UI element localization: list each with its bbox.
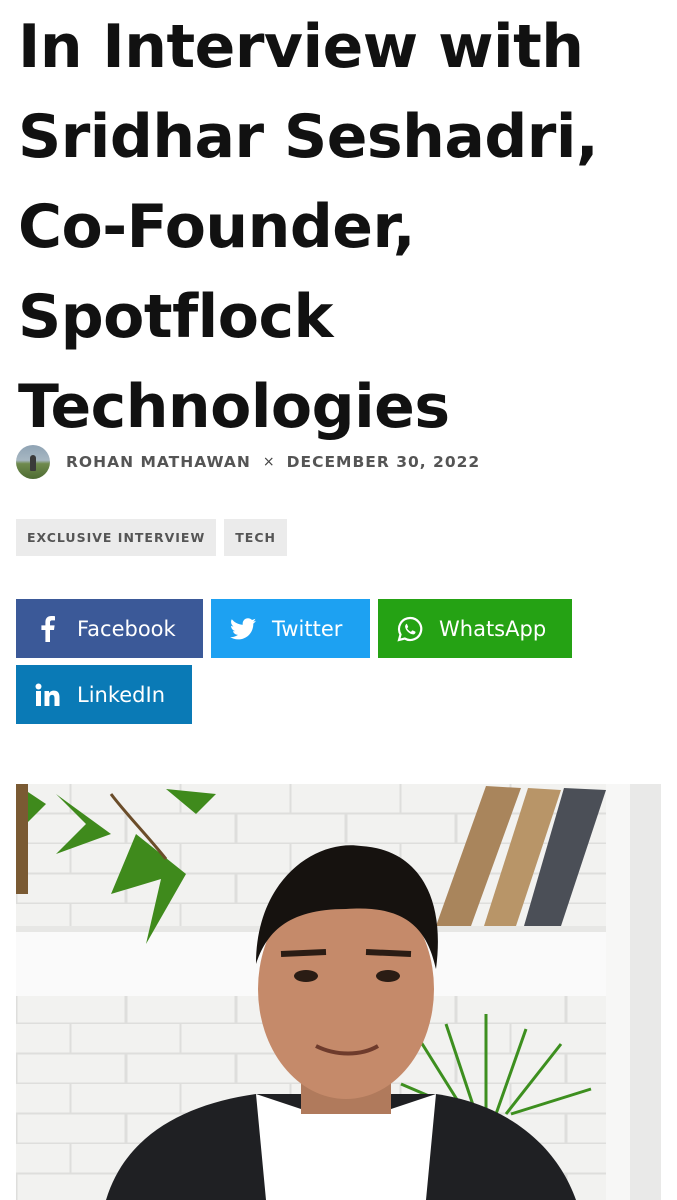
tag-list: EXCLUSIVE INTERVIEW TECH: [16, 519, 287, 556]
author-avatar[interactable]: [16, 445, 50, 479]
share-facebook-label: Facebook: [77, 616, 176, 641]
whatsapp-icon: [397, 616, 423, 642]
publish-date: DECEMBER 30, 2022: [286, 453, 481, 471]
share-facebook-button[interactable]: Facebook: [16, 599, 203, 658]
featured-image: [16, 784, 661, 1200]
article-title: In Interview with Sridhar Seshadri, Co-F…: [18, 12, 599, 442]
share-whatsapp-label: WhatsApp: [439, 616, 547, 641]
author-name[interactable]: ROHAN MATHAWAN: [66, 453, 251, 471]
share-whatsapp-button[interactable]: WhatsApp: [378, 599, 572, 658]
share-twitter-label: Twitter: [272, 616, 343, 641]
meta-separator-icon: ×: [262, 454, 275, 470]
share-linkedin-label: LinkedIn: [77, 682, 166, 707]
share-linkedin-button[interactable]: LinkedIn: [16, 665, 192, 724]
tag-exclusive-interview[interactable]: EXCLUSIVE INTERVIEW: [16, 519, 217, 556]
twitter-icon: [230, 616, 256, 642]
linkedin-icon: [35, 682, 61, 708]
tag-tech[interactable]: TECH: [224, 519, 287, 556]
article-meta: ROHAN MATHAWAN × DECEMBER 30, 2022: [16, 445, 480, 479]
facebook-icon: [35, 615, 61, 642]
share-twitter-button[interactable]: Twitter: [211, 599, 370, 658]
